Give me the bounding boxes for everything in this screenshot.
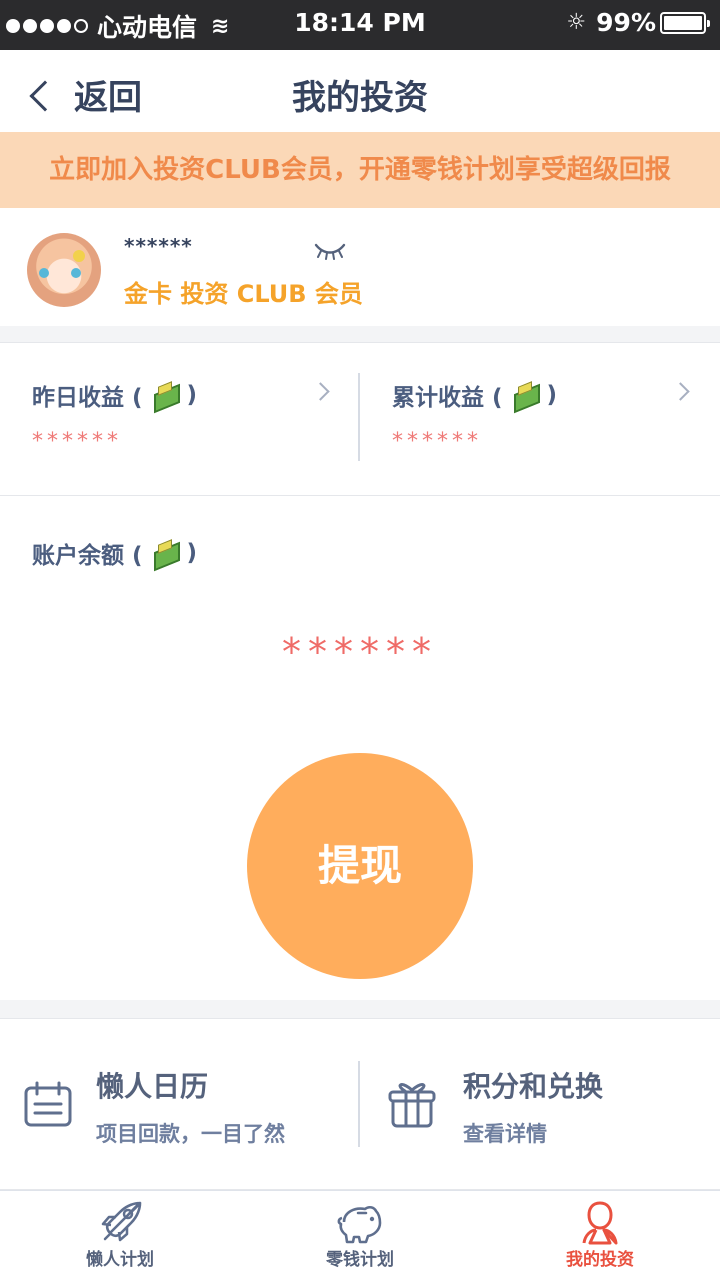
status-right: ☼ 99% — [566, 8, 710, 37]
lazy-calendar-shortcut[interactable]: 懒人日历 项目回款，一目了然 — [0, 1019, 360, 1191]
lazy-calendar-title: 懒人日历 — [96, 1070, 209, 1103]
income-summary: 昨日收益 ( ) ****** 累计收益 ( ) ****** — [0, 342, 720, 496]
navigation-bar: 返回 我的投资 — [0, 50, 720, 132]
money-icon — [512, 382, 538, 408]
tab-lazy-plan[interactable]: 懒人计划 — [0, 1191, 240, 1280]
total-income-label: 累计收益 ( ) — [392, 378, 557, 412]
account-balance-label: 账户余额 ( ) — [32, 536, 197, 570]
status-bar: 心动电信 ≋ 18:14 PM ☼ 99% — [0, 0, 720, 50]
yesterday-income-label: 昨日收益 ( ) — [32, 378, 197, 412]
withdraw-button[interactable]: 提现 — [247, 753, 473, 979]
total-label-suffix: ) — [546, 382, 558, 408]
lazy-calendar-subtitle: 项目回款，一目了然 — [96, 1122, 285, 1146]
tab-bar: 懒人计划 零钱计划 我的投资 — [0, 1190, 720, 1280]
yesterday-income[interactable]: 昨日收益 ( ) ****** — [0, 343, 360, 497]
yesterday-label-suffix: ) — [186, 382, 198, 408]
club-membership-banner[interactable]: 立即加入投资CLUB会员，开通零钱计划享受超级回报 — [0, 132, 720, 208]
tab-my-investments[interactable]: 我的投资 — [480, 1191, 720, 1280]
calendar-icon — [24, 1081, 72, 1127]
account-balance-value: ****** — [282, 630, 438, 674]
points-exchange-shortcut[interactable]: 积分和兑换 查看详情 — [360, 1019, 720, 1191]
piggy-bank-icon — [337, 1205, 382, 1244]
yesterday-label-prefix: 昨日收益 ( — [32, 385, 143, 411]
tab-change-plan[interactable]: 零钱计划 — [240, 1191, 480, 1280]
balance-label-prefix: 账户余额 ( — [32, 543, 143, 569]
yesterday-income-value: ****** — [32, 429, 122, 454]
battery-percent: 99% — [596, 8, 656, 37]
avatar[interactable] — [27, 233, 101, 307]
chevron-right-icon — [311, 382, 330, 401]
total-income[interactable]: 累计收益 ( ) ****** — [360, 343, 720, 497]
tab-lazy-plan-label: 懒人计划 — [86, 1250, 154, 1270]
masked-username: ****** — [124, 234, 193, 258]
membership-level: 金卡 投资 CLUB 会员 — [124, 280, 363, 308]
page-title: 我的投资 — [292, 78, 428, 118]
gift-icon — [388, 1083, 436, 1128]
points-exchange-subtitle: 查看详情 — [463, 1122, 547, 1146]
rocket-icon — [101, 1201, 142, 1242]
tab-change-plan-label: 零钱计划 — [326, 1250, 394, 1270]
total-label-prefix: 累计收益 ( — [392, 385, 503, 411]
chevron-right-icon — [671, 382, 690, 401]
total-income-value: ****** — [392, 429, 482, 454]
hidden-eye-icon[interactable] — [313, 240, 347, 260]
account-balance-card: 账户余额 ( ) ****** 提现 — [0, 496, 720, 1000]
points-exchange-title: 积分和兑换 — [463, 1070, 604, 1103]
feature-shortcuts: 懒人日历 项目回款，一目了然 积分和兑换 查看详情 — [0, 1018, 720, 1190]
user-icon — [582, 1201, 618, 1245]
profile-card: ****** 金卡 投资 CLUB 会员 — [0, 208, 720, 326]
battery-icon — [660, 11, 710, 34]
money-icon — [152, 540, 178, 566]
battery-fill — [664, 15, 702, 30]
lightbulb-icon: ☼ — [566, 10, 587, 35]
money-icon — [152, 382, 178, 408]
tab-my-investments-label: 我的投资 — [566, 1250, 634, 1270]
balance-label-suffix: ) — [186, 540, 198, 566]
